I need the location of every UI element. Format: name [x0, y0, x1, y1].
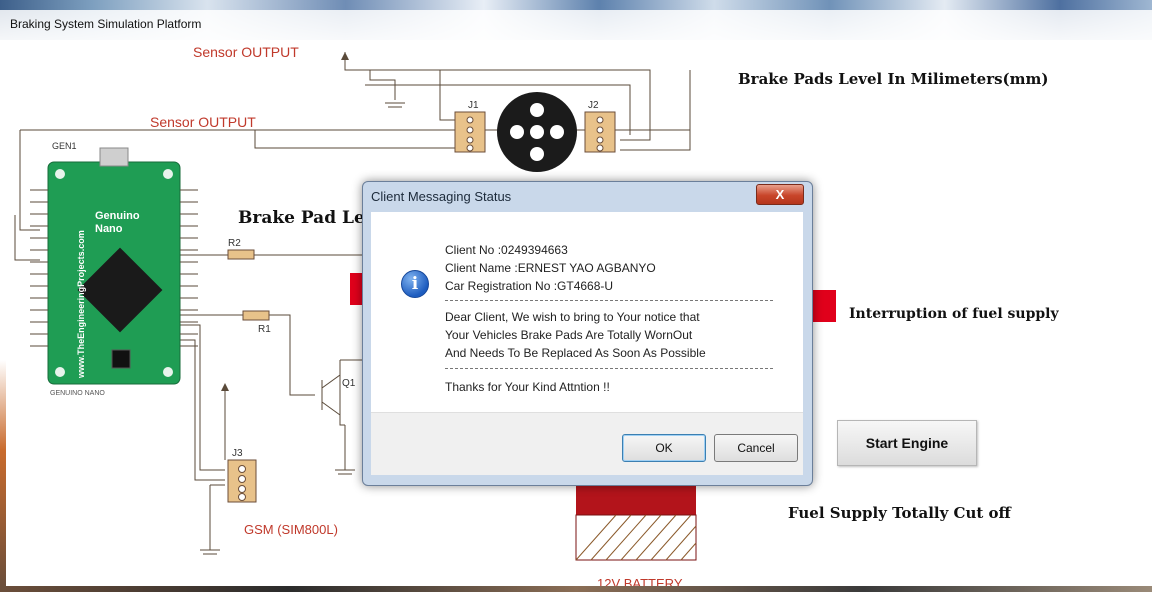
board-site: www.TheEngineeringProjects.com [76, 230, 86, 378]
client-messaging-dialog: Client Messaging Status X i Client No :0… [362, 181, 813, 486]
r1-label: R1 [258, 324, 271, 335]
j3-label: J3 [232, 448, 243, 459]
gsm-label: GSM (SIM800L) [244, 522, 338, 537]
thanks-line: Thanks for Your Kind Attntion !! [445, 380, 610, 394]
board-name: Genuino Nano [95, 210, 140, 235]
dialog-divider-2 [445, 368, 773, 369]
ok-button[interactable]: OK [622, 434, 706, 462]
dialog-title: Client Messaging Status [371, 189, 512, 204]
interruption-label: Interruption of fuel supply [849, 306, 1059, 322]
dialog-close-button[interactable]: X [756, 184, 804, 205]
gen1-label: GEN1 [52, 141, 77, 151]
cancel-button[interactable]: Cancel [714, 434, 798, 462]
brake-pads-level-heading: Brake Pads Level In Milimeters(mm) [738, 70, 1049, 88]
board-caption: GENUINO NANO [50, 390, 105, 397]
j2-label: J2 [588, 100, 599, 111]
car-registration: Car Registration No :GT4668-U [445, 279, 614, 293]
dialog-divider-1 [445, 300, 773, 301]
edge-blur-left [0, 360, 6, 586]
r2-label: R2 [228, 238, 241, 249]
message-line-3: And Needs To Be Replaced As Soon As Poss… [445, 346, 706, 360]
sensor-output-label-top: Sensor OUTPUT [193, 44, 299, 60]
client-no: Client No :0249394663 [445, 243, 568, 257]
message-line-2: Your Vehicles Brake Pads Are Totally Wor… [445, 328, 693, 342]
q1-label: Q1 [342, 378, 356, 389]
edge-blur-bottom [0, 586, 1152, 592]
dialog-footer: OK Cancel [371, 412, 803, 475]
info-icon: i [401, 270, 429, 298]
fuel-supply-indicator [810, 290, 836, 322]
brake-level-bar-left [350, 273, 362, 305]
brake-pad-level-partial-heading: Brake Pad Le [238, 208, 365, 228]
start-engine-button[interactable]: Start Engine [837, 420, 977, 466]
j1-label: J1 [468, 100, 479, 111]
dialog-body: i Client No :0249394663 Client Name :ERN… [371, 212, 803, 412]
sensor-output-label-mid: Sensor OUTPUT [150, 114, 256, 130]
message-line-1: Dear Client, We wish to bring to Your no… [445, 310, 700, 324]
fuel-cut-label: Fuel Supply Totally Cut off [788, 504, 1011, 522]
client-name: Client Name :ERNEST YAO AGBANYO [445, 261, 656, 275]
